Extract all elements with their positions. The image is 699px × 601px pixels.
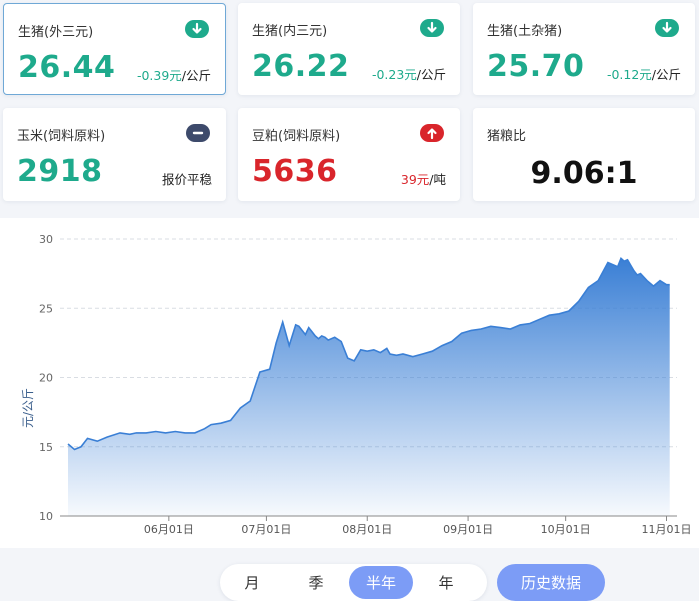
y-tick-label: 25 <box>39 302 53 315</box>
history-data-button[interactable]: 历史数据 <box>497 564 605 601</box>
card-value: 26.22 <box>252 49 350 84</box>
card-change: -0.23元/公斤 <box>371 67 446 82</box>
y-tick-label: 15 <box>39 441 53 454</box>
card-value: 25.70 <box>487 49 585 84</box>
card-change: -0.12元/公斤 <box>606 67 681 82</box>
card-title: 猪粮比 <box>487 129 527 144</box>
x-tick-label: 10月01日 <box>541 523 591 536</box>
price-chart-svg: 06月01日 07月01日 08月01日 09月01日 10月01日 11月01日 10 1… <box>21 233 691 536</box>
x-tick-label: 08月01日 <box>342 523 392 536</box>
card-change: 39元/吨 <box>400 172 446 187</box>
tab-month[interactable]: 月 <box>220 566 284 599</box>
tab-year[interactable]: 年 <box>414 566 478 599</box>
card-title: 豆粕(饲料原料) <box>252 129 341 144</box>
period-segment: 月 季 半年 年 <box>220 564 487 601</box>
price-card-pig-tuzazhu[interactable]: 生猪(土杂猪) 25.70 -0.12元/公斤 <box>473 3 695 95</box>
arrow-down-icon <box>655 19 679 37</box>
price-card-corn[interactable]: 玉米(饲料原料) 2918 报价平稳 <box>3 108 226 201</box>
period-controls: 月 季 半年 年 历史数据 <box>220 564 605 601</box>
card-value: 5636 <box>252 154 338 189</box>
card-change: 报价平稳 <box>161 172 212 187</box>
card-value: 26.44 <box>18 50 116 85</box>
card-title: 生猪(内三元) <box>252 24 328 39</box>
pig-grain-ratio-card: 猪粮比 9.06:1 <box>473 108 695 201</box>
minus-icon <box>186 124 210 142</box>
tab-quarter[interactable]: 季 <box>284 566 348 599</box>
series-area <box>68 258 670 516</box>
x-tick-label: 11月01日 <box>641 523 691 536</box>
price-chart: 06月01日 07月01日 08月01日 09月01日 10月01日 11月01日 10 1… <box>0 218 699 548</box>
card-change: -0.39元/公斤 <box>136 68 211 83</box>
price-card-pig-neisanyuan[interactable]: 生猪(内三元) 26.22 -0.23元/公斤 <box>238 3 460 95</box>
price-card-pig-waisanyuan[interactable]: 生猪(外三元) 26.44 -0.39元/公斤 <box>3 3 226 95</box>
tab-half-year[interactable]: 半年 <box>349 566 413 599</box>
x-tick-label: 09月01日 <box>443 523 493 536</box>
card-title: 玉米(饲料原料) <box>17 129 106 144</box>
arrow-up-icon <box>420 124 444 142</box>
x-tick-label: 06月01日 <box>144 523 194 536</box>
y-axis-label: 元/公斤 <box>21 388 35 428</box>
y-tick-label: 20 <box>39 372 53 385</box>
card-title: 生猪(外三元) <box>18 25 94 40</box>
arrow-down-icon <box>185 20 209 38</box>
price-card-soybean-meal[interactable]: 豆粕(饲料原料) 5636 39元/吨 <box>238 108 460 201</box>
y-tick-label: 30 <box>39 233 53 246</box>
x-tick-label: 07月01日 <box>241 523 291 536</box>
y-tick-label: 10 <box>39 510 53 523</box>
ratio-value: 9.06:1 <box>530 156 638 191</box>
card-title: 生猪(土杂猪) <box>487 24 563 39</box>
card-value: 2918 <box>17 154 103 189</box>
arrow-down-icon <box>420 19 444 37</box>
